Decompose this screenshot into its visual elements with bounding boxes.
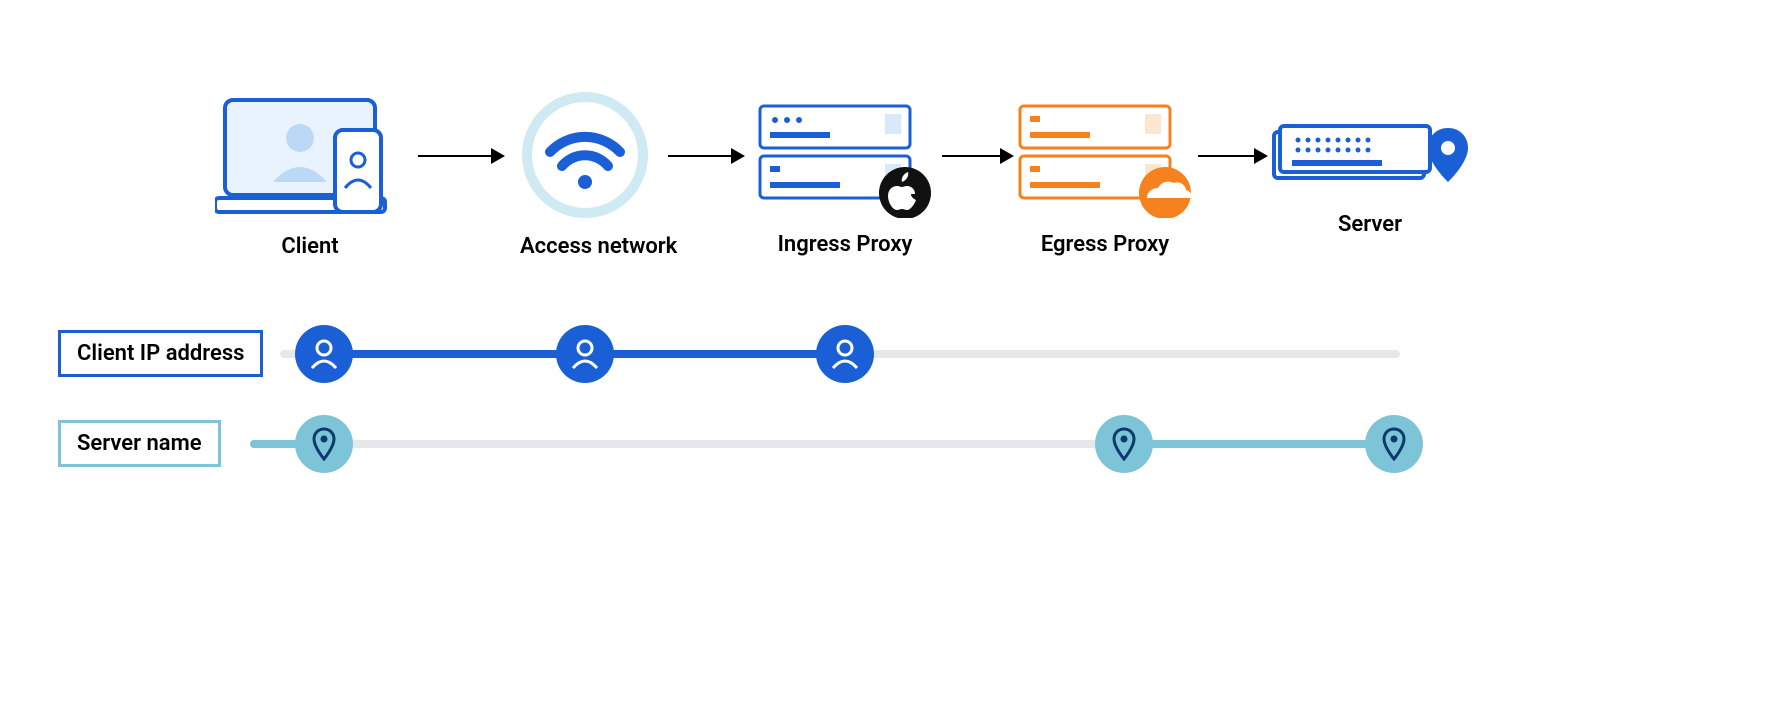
- pin-icon: [311, 427, 337, 461]
- diagram-stage: Client Access network Ingress Proxy: [0, 0, 1792, 728]
- node-client: Client: [215, 90, 405, 259]
- arrow-client-to-access: [418, 155, 503, 157]
- node-access-network: Access network: [520, 90, 650, 259]
- node-server-label: Server: [1270, 212, 1470, 237]
- legend-server-name: Server name: [58, 420, 221, 467]
- marker-client-ip-at-access: [556, 325, 614, 383]
- arrow-egress-to-server: [1198, 155, 1266, 157]
- node-egress-label: Egress Proxy: [1015, 232, 1195, 257]
- client-devices-icon: [215, 90, 405, 220]
- user-icon: [830, 338, 860, 370]
- node-server: Server: [1270, 118, 1470, 237]
- marker-server-name-at-client: [295, 415, 353, 473]
- arrow-access-to-ingress: [668, 155, 743, 157]
- marker-client-ip-at-client: [295, 325, 353, 383]
- node-client-label: Client: [215, 234, 405, 259]
- node-access-label: Access network: [520, 234, 650, 259]
- node-ingress-proxy: Ingress Proxy: [755, 98, 935, 257]
- marker-server-name-at-egress: [1095, 415, 1153, 473]
- server-stack-orange-icon: [1015, 98, 1195, 218]
- user-icon: [570, 338, 600, 370]
- user-icon: [309, 338, 339, 370]
- marker-client-ip-at-ingress: [816, 325, 874, 383]
- server-location-icon: [1270, 118, 1470, 198]
- arrow-ingress-to-egress: [942, 155, 1012, 157]
- node-ingress-label: Ingress Proxy: [755, 232, 935, 257]
- wifi-icon: [520, 90, 650, 220]
- legend-client-ip: Client IP address: [58, 330, 263, 377]
- legend-client-ip-label: Client IP address: [77, 341, 244, 366]
- pin-icon: [1111, 427, 1137, 461]
- server-stack-blue-icon: [755, 98, 935, 218]
- legend-server-name-label: Server name: [77, 431, 202, 456]
- node-egress-proxy: Egress Proxy: [1015, 98, 1195, 257]
- pin-icon: [1381, 427, 1407, 461]
- marker-server-name-at-server: [1365, 415, 1423, 473]
